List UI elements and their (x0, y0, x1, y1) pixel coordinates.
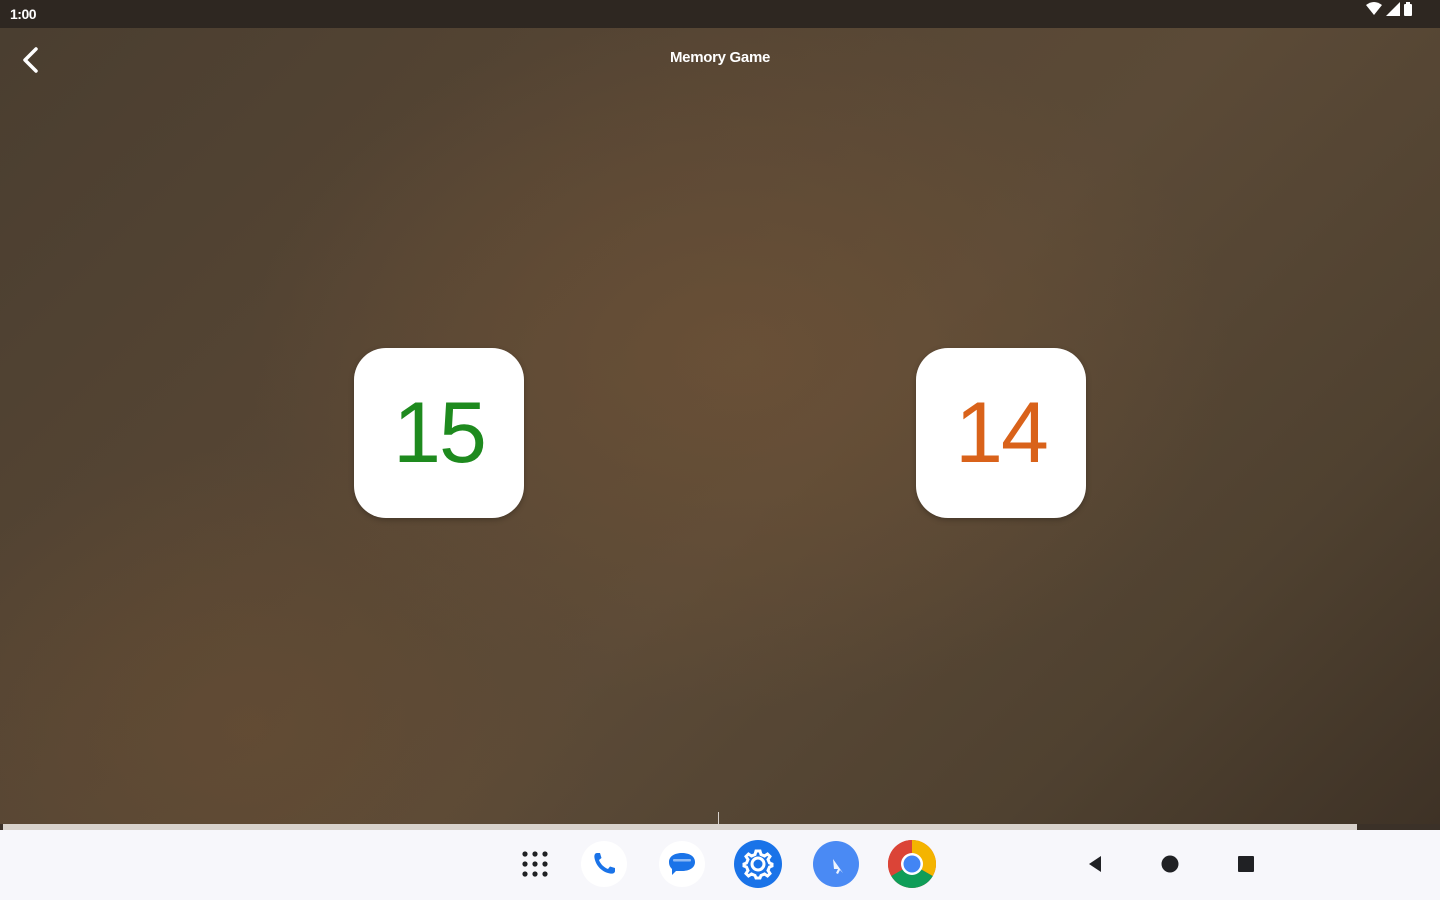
status-icons (1366, 2, 1412, 21)
nav-bar (0, 830, 1440, 900)
nav-home-button[interactable] (1156, 852, 1184, 880)
nav-home-icon (1160, 854, 1180, 879)
nav-back-icon (1085, 854, 1105, 879)
chrome-icon (887, 839, 937, 894)
chrome-app-button[interactable] (887, 839, 937, 890)
nav-recents-icon (1236, 854, 1256, 879)
card-number: 15 (393, 384, 487, 481)
wifi-icon (1366, 2, 1382, 21)
status-time: 1:00 (10, 6, 37, 22)
nav-back-button[interactable] (1081, 852, 1109, 880)
device-screen: 1:00 Memory Game 15 14 (0, 0, 1440, 900)
phone-icon (580, 840, 628, 893)
settings-icon (734, 839, 782, 893)
memory-card[interactable]: 14 (916, 348, 1086, 518)
card-number: 14 (955, 384, 1049, 481)
messages-app-button[interactable] (658, 840, 706, 893)
cursor-app-icon (812, 840, 860, 893)
progress-divider (718, 812, 719, 830)
signal-icon (1386, 2, 1400, 21)
page-title: Memory Game (669, 49, 771, 66)
status-bar: 1:00 (0, 0, 1440, 28)
phone-app-button[interactable] (580, 840, 628, 893)
memory-card[interactable]: 15 (354, 348, 524, 518)
cursor-app-button[interactable] (812, 840, 860, 893)
app-drawer-icon (519, 848, 551, 885)
messages-icon (658, 840, 706, 893)
settings-app-button[interactable] (734, 839, 782, 893)
nav-recents-button[interactable] (1232, 852, 1260, 880)
game-area: Memory Game 15 14 (0, 28, 1440, 830)
app-drawer-button[interactable] (511, 842, 559, 890)
battery-icon (1404, 2, 1412, 21)
back-arrow-icon (14, 47, 50, 82)
